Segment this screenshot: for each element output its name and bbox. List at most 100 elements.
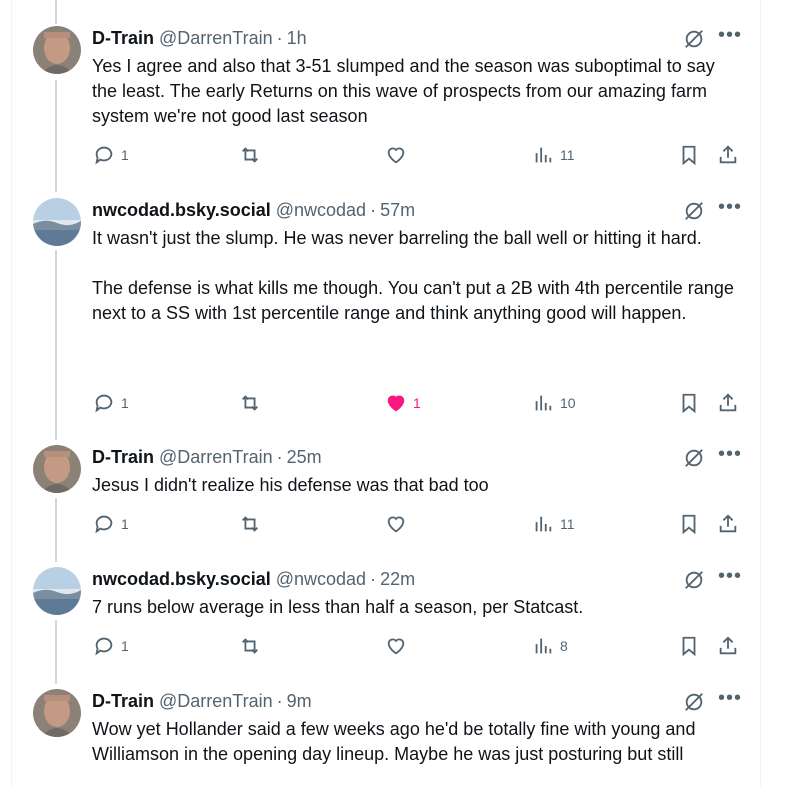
- reply-icon: [95, 146, 113, 165]
- display-name[interactable]: D-Train: [92, 28, 154, 49]
- avatar[interactable]: [33, 689, 81, 737]
- view-count: 8: [560, 638, 568, 654]
- repost-icon: [242, 395, 258, 411]
- reply-count: 1: [121, 147, 129, 163]
- more-options-icon[interactable]: •••: [718, 444, 741, 467]
- reply-button[interactable]: 1: [93, 392, 129, 414]
- bookmark-button[interactable]: [678, 635, 700, 657]
- share-button[interactable]: [717, 392, 739, 414]
- post-header: nwcodad.bsky.social @nwcodad · 57m: [92, 198, 415, 222]
- heart-filled-icon: [387, 395, 405, 412]
- timestamp[interactable]: 25m: [287, 447, 322, 468]
- views-button[interactable]: 11: [532, 513, 575, 535]
- reply-button[interactable]: 1: [93, 635, 129, 657]
- bookmark-button[interactable]: [678, 144, 700, 166]
- views-button[interactable]: 11: [532, 144, 575, 166]
- repost-icon: [242, 147, 258, 163]
- share-icon: [719, 514, 737, 533]
- thread-line: [55, 80, 57, 192]
- action-bar: 1 1 10: [0, 392, 790, 414]
- bookmark-button[interactable]: [678, 513, 700, 535]
- avatar[interactable]: [33, 26, 81, 74]
- view-count: 10: [560, 395, 576, 411]
- reply-icon: [95, 394, 113, 413]
- reply-count: 1: [121, 638, 129, 654]
- action-bar: 1 11: [0, 513, 790, 535]
- share-button[interactable]: [717, 635, 739, 657]
- timestamp[interactable]: 22m: [380, 569, 415, 590]
- reply-count: 1: [121, 516, 129, 532]
- views-button[interactable]: 8: [532, 635, 568, 657]
- avatar[interactable]: [33, 567, 81, 615]
- reply-icon: [95, 637, 113, 656]
- reply-button[interactable]: 1: [93, 144, 129, 166]
- post-header: D-Train @DarrenTrain · 25m: [92, 445, 322, 469]
- separator: ·: [276, 27, 283, 48]
- display-name[interactable]: D-Train: [92, 691, 154, 712]
- grok-icon[interactable]: [683, 200, 705, 222]
- post-header: D-Train @DarrenTrain · 9m: [92, 689, 312, 713]
- share-button[interactable]: [717, 144, 739, 166]
- like-button[interactable]: [385, 144, 413, 166]
- bookmark-icon: [682, 145, 696, 166]
- like-count: 1: [413, 395, 421, 411]
- user-handle[interactable]: @DarrenTrain: [159, 691, 273, 712]
- timestamp[interactable]: 1h: [287, 28, 307, 49]
- share-button[interactable]: [717, 513, 739, 535]
- grok-icon[interactable]: [683, 28, 705, 50]
- display-name[interactable]: nwcodad.bsky.social: [92, 200, 271, 221]
- post-header: nwcodad.bsky.social @nwcodad · 22m: [92, 567, 415, 591]
- thread-line: [55, 0, 57, 24]
- repost-icon: [242, 516, 258, 532]
- views-button[interactable]: 10: [532, 392, 576, 414]
- views-icon: [535, 638, 552, 654]
- post-text: It wasn't just the slump. He was never b…: [92, 228, 734, 323]
- grok-icon[interactable]: [683, 691, 705, 713]
- display-name[interactable]: D-Train: [92, 447, 154, 468]
- post-header: D-Train @DarrenTrain · 1h: [92, 26, 307, 50]
- post-text: 7 runs below average in less than half a…: [92, 597, 584, 617]
- separator: ·: [276, 446, 283, 467]
- like-button[interactable]: [385, 635, 413, 657]
- avatar[interactable]: [33, 198, 81, 246]
- bookmark-icon: [682, 636, 696, 657]
- share-icon: [719, 636, 737, 655]
- views-icon: [535, 395, 552, 411]
- grok-icon[interactable]: [683, 569, 705, 591]
- reply-button[interactable]: 1: [93, 513, 129, 535]
- reply-count: 1: [121, 395, 129, 411]
- more-options-icon[interactable]: •••: [718, 197, 741, 220]
- action-bar: 1 8: [0, 635, 790, 657]
- user-handle[interactable]: @DarrenTrain: [159, 447, 273, 468]
- repost-button[interactable]: [239, 513, 267, 535]
- separator: ·: [276, 690, 283, 711]
- repost-button[interactable]: [239, 635, 267, 657]
- bookmark-button[interactable]: [678, 392, 700, 414]
- like-button[interactable]: [385, 513, 413, 535]
- display-name[interactable]: nwcodad.bsky.social: [92, 569, 271, 590]
- share-icon: [719, 393, 737, 412]
- views-icon: [535, 147, 552, 163]
- share-icon: [719, 145, 737, 164]
- action-bar: 1 11: [0, 144, 790, 166]
- timestamp[interactable]: 9m: [287, 691, 312, 712]
- heart-icon: [387, 516, 405, 533]
- grok-icon[interactable]: [683, 447, 705, 469]
- repost-icon: [242, 638, 258, 654]
- timestamp[interactable]: 57m: [380, 200, 415, 221]
- like-button[interactable]: 1: [385, 392, 421, 414]
- repost-button[interactable]: [239, 144, 267, 166]
- post-text: Wow yet Hollander said a few weeks ago h…: [92, 719, 701, 764]
- views-icon: [535, 516, 552, 532]
- user-handle[interactable]: @nwcodad: [276, 200, 366, 221]
- heart-icon: [387, 638, 405, 655]
- more-options-icon[interactable]: •••: [718, 566, 741, 589]
- more-options-icon[interactable]: •••: [718, 688, 741, 711]
- repost-button[interactable]: [239, 392, 267, 414]
- view-count: 11: [560, 516, 575, 532]
- avatar[interactable]: [33, 445, 81, 493]
- user-handle[interactable]: @nwcodad: [276, 569, 366, 590]
- user-handle[interactable]: @DarrenTrain: [159, 28, 273, 49]
- post-text: Jesus I didn't realize his defense was t…: [92, 475, 489, 495]
- more-options-icon[interactable]: •••: [718, 25, 741, 48]
